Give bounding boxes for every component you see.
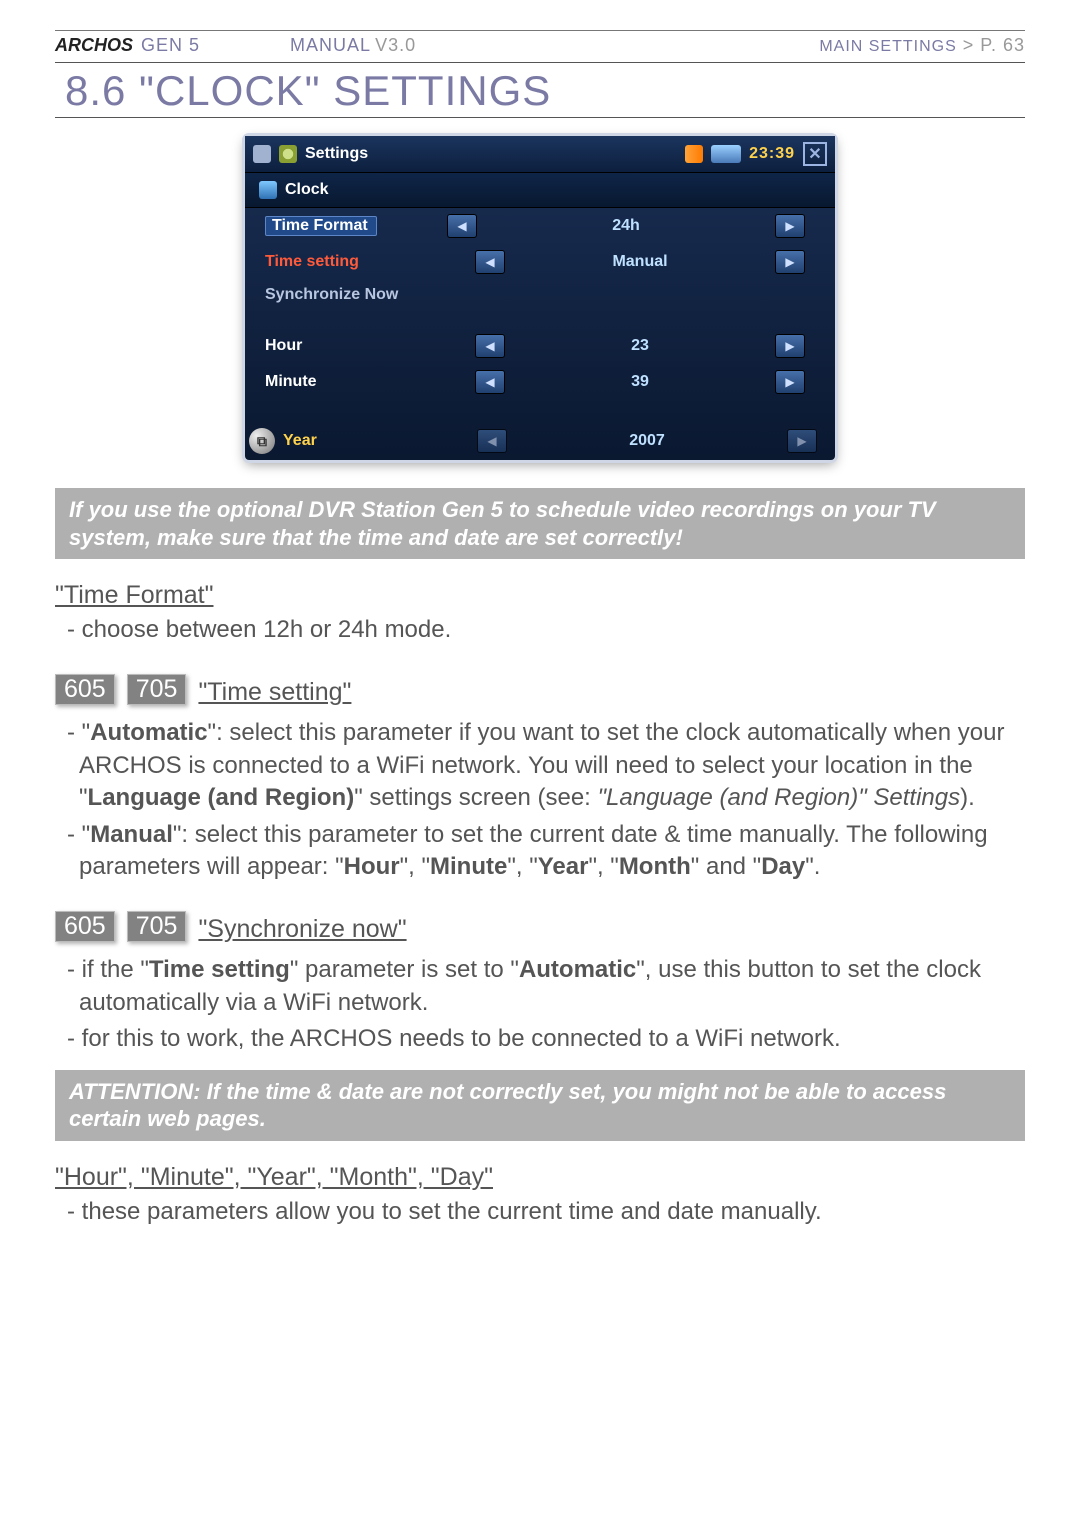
list-hmymd: these parameters allow you to set the cu… [55,1196,1025,1228]
manual-page: ARCHOS GEN 5 MANUAL V3.0 MAIN SETTINGS >… [0,0,1080,1527]
setting-row-hour[interactable]: Hour ◀ 23 ▶ [245,328,835,364]
badge-705: 705 [127,911,187,942]
setting-value: 2007 [525,432,769,450]
setting-label: Time Format [265,216,377,236]
panel-title: Clock [285,181,329,199]
setting-value: Manual [515,253,765,271]
tab-icon[interactable]: ⧉ [249,428,275,454]
note-dvr: If you use the optional DVR Station Gen … [55,488,1025,559]
right-arrow-icon[interactable]: ▶ [775,334,805,358]
setting-label: Minute [265,373,465,391]
left-arrow-icon[interactable]: ◀ [475,250,505,274]
setting-row-sync[interactable]: Synchronize Now [245,280,835,310]
gear-icon[interactable] [279,145,297,163]
rule [55,62,1025,63]
chevron-right-icon: > [963,35,975,56]
battery-icon [711,145,741,163]
left-arrow-icon[interactable]: ◀ [477,429,507,453]
home-icon[interactable] [253,145,271,163]
device-screenshot: Settings 23:39 ✕ Clock Time Format ◀ 24h… [245,136,835,460]
left-arrow-icon[interactable]: ◀ [475,334,505,358]
version-label: V3.0 [375,35,416,56]
setting-value: 24h [487,217,765,235]
setting-label: Time setting [265,253,465,271]
setting-value: 23 [515,337,765,355]
list-item: "Manual": select this parameter to set t… [79,819,1025,884]
badge-705: 705 [127,674,187,705]
setting-row-time-format[interactable]: Time Format ◀ 24h ▶ [245,208,835,244]
speaker-icon [685,145,703,163]
list-item: these parameters allow you to set the cu… [79,1196,1025,1228]
list-item: if the "Time setting" parameter is set t… [79,954,1025,1019]
badge-605: 605 [55,674,115,705]
right-arrow-icon[interactable]: ▶ [775,214,805,238]
list-item: for this to work, the ARCHOS needs to be… [79,1023,1025,1055]
list-sync-now: if the "Time setting" parameter is set t… [55,954,1025,1055]
screenshot-topbar: Settings 23:39 ✕ [245,136,835,172]
setting-row-time-setting[interactable]: Time setting ◀ Manual ▶ [245,244,835,280]
breadcrumb: MAIN SETTINGS [819,38,956,56]
setting-label: Synchronize Now [265,286,465,304]
left-arrow-icon[interactable]: ◀ [475,370,505,394]
heading-time-setting: "Time setting" [198,678,351,707]
right-arrow-icon[interactable]: ▶ [787,429,817,453]
brand-logo: ARCHOS [55,35,133,56]
model-badges: 605 705 "Time setting" [55,668,1025,711]
close-icon[interactable]: ✕ [803,142,827,166]
screenshot-subbar: Clock [245,172,835,208]
page-number: P. 63 [980,35,1025,56]
model-badges: 605 705 "Synchronize now" [55,905,1025,948]
setting-label: Hour [265,337,465,355]
gen-label: GEN 5 [141,35,200,56]
setting-row-year[interactable]: ⧉ Year ◀ 2007 ▶ [245,418,835,460]
list-time-setting: "Automatic": select this parameter if yo… [55,717,1025,883]
clock-icon [259,181,277,199]
section-title: 8.6 "CLOCK" SETTINGS [65,67,1025,115]
list-item: choose between 12h or 24h mode. [79,614,1025,646]
note-attention: ATTENTION: If the time & date are not co… [55,1070,1025,1141]
page-header: ARCHOS GEN 5 MANUAL V3.0 MAIN SETTINGS >… [55,35,1025,56]
heading-sync-now: "Synchronize now" [198,915,406,944]
badge-605: 605 [55,911,115,942]
heading-hmymd: "Hour", "Minute", "Year", "Month", "Day" [55,1163,1025,1192]
heading-time-format: "Time Format" [55,581,1025,610]
screen-title: Settings [305,145,368,163]
right-arrow-icon[interactable]: ▶ [775,250,805,274]
left-arrow-icon[interactable]: ◀ [447,214,477,238]
manual-label: MANUAL [290,35,371,56]
setting-row-minute[interactable]: Minute ◀ 39 ▶ [245,364,835,400]
list-time-format: choose between 12h or 24h mode. [55,614,1025,646]
clock-indicator: 23:39 [749,145,795,163]
rule [55,117,1025,118]
setting-label: Year [283,432,459,450]
setting-value: 39 [515,373,765,391]
rule [55,30,1025,31]
right-arrow-icon[interactable]: ▶ [775,370,805,394]
list-item: "Automatic": select this parameter if yo… [79,717,1025,814]
